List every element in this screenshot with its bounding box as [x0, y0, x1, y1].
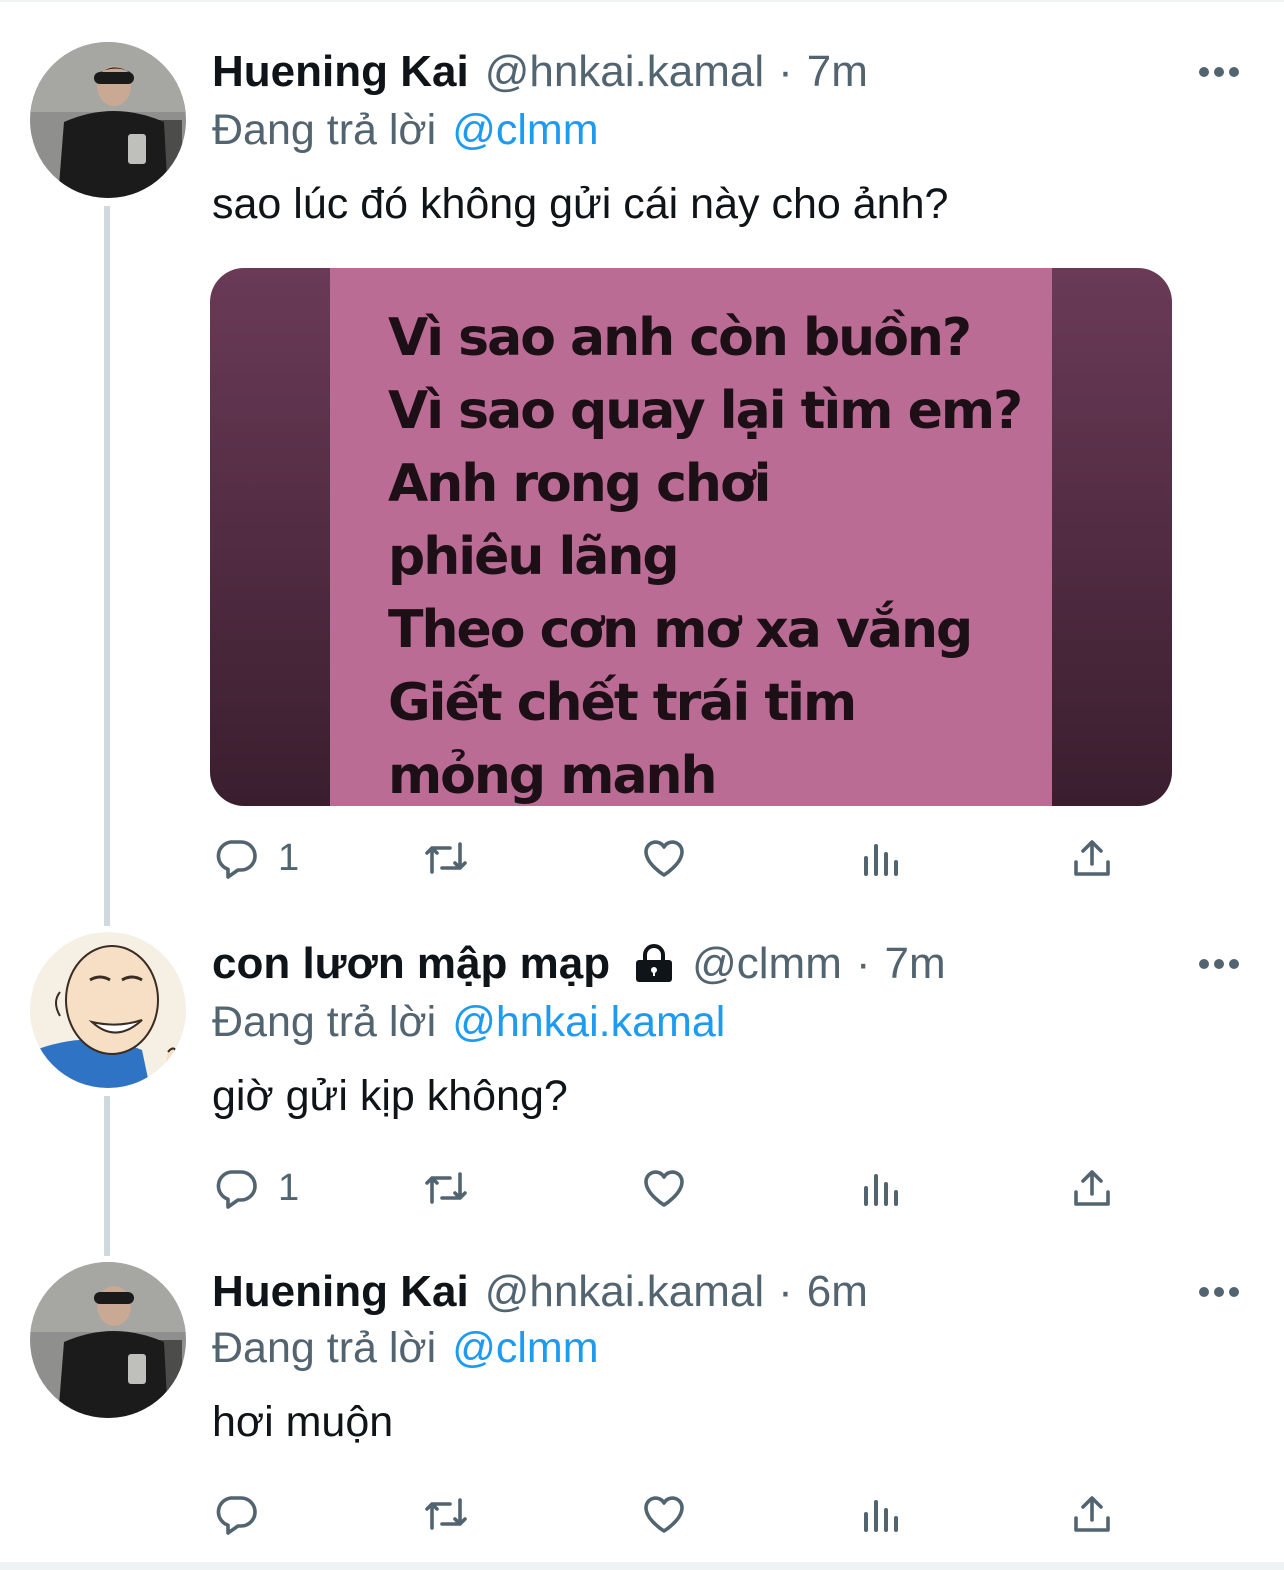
- reply-count: 1: [278, 1166, 300, 1209]
- lyric-line: Giết chết trái tim: [388, 673, 857, 733]
- heart-icon: [644, 1170, 684, 1207]
- tweet-text: sao lúc đó không gửi cái này cho ảnh?: [212, 180, 949, 228]
- share-button[interactable]: [1068, 828, 1116, 888]
- retweet-icon: [425, 1498, 467, 1530]
- replying-label: Đang trả lời: [212, 1323, 437, 1372]
- share-button[interactable]: [1068, 1484, 1116, 1544]
- lyric-line: Anh rong chơi: [388, 454, 771, 514]
- display-name[interactable]: Huening Kai: [212, 1267, 469, 1317]
- avatar[interactable]: [30, 1262, 186, 1418]
- retweet-button[interactable]: [422, 1158, 470, 1218]
- reply-icon: [216, 1496, 257, 1535]
- reply-icon: [216, 840, 257, 879]
- thread-connector: [104, 1096, 110, 1256]
- timestamp[interactable]: 6m: [807, 1267, 868, 1317]
- avatar[interactable]: [30, 932, 186, 1088]
- timestamp[interactable]: 7m: [885, 939, 946, 989]
- lyric-line: phiêu lãng: [388, 527, 680, 587]
- user-handle[interactable]: @hnkai.kamal: [485, 47, 764, 97]
- tweet-actions: 1: [212, 828, 1132, 888]
- retweet-icon: [425, 1172, 467, 1204]
- user-handle[interactable]: @clmm: [692, 939, 842, 989]
- tweet-actions: 1: [212, 1158, 1132, 1218]
- heart-icon: [644, 840, 684, 877]
- lyric-card: Vì sao anh còn buồn? Vì sao quay lại tìm…: [330, 268, 1052, 806]
- retweet-button[interactable]: [422, 1484, 470, 1544]
- replying-to: Đang trả lời @clmm: [212, 102, 599, 158]
- more-icon[interactable]: [1198, 958, 1240, 970]
- tweet-actions: [212, 1484, 1132, 1544]
- views-button[interactable]: [856, 828, 904, 888]
- like-button[interactable]: [640, 1158, 688, 1218]
- share-icon: [1074, 1170, 1110, 1206]
- display-name[interactable]: Huening Kai: [212, 47, 469, 97]
- lyric-line: Theo cơn mơ xa vắng: [388, 600, 973, 660]
- views-button[interactable]: [856, 1158, 904, 1218]
- tweet-header: con lươn mập mạp @clmm · 7m: [212, 934, 946, 994]
- replying-to: Đang trả lời @clmm: [212, 1320, 599, 1376]
- display-name[interactable]: con lươn mập mạp: [212, 939, 610, 989]
- replying-label: Đang trả lời: [212, 997, 437, 1046]
- mention-link[interactable]: @clmm: [452, 106, 598, 155]
- like-button[interactable]: [640, 1484, 688, 1544]
- views-icon: [864, 1500, 898, 1532]
- retweet-icon: [425, 842, 467, 874]
- mention-link[interactable]: @clmm: [452, 1324, 598, 1373]
- user-handle[interactable]: @hnkai.kamal: [485, 1267, 764, 1317]
- lyric-line: mỏng manh: [388, 746, 718, 806]
- share-icon: [1074, 840, 1110, 876]
- like-button[interactable]: [640, 828, 688, 888]
- lock-icon: [636, 944, 673, 982]
- more-icon[interactable]: [1198, 66, 1240, 78]
- reply-icon: [216, 1170, 257, 1209]
- reply-count: 1: [278, 836, 300, 879]
- separator: ·: [778, 1267, 793, 1316]
- share-icon: [1074, 1496, 1110, 1532]
- reply-button[interactable]: [212, 1484, 278, 1544]
- tweet-header: Huening Kai @hnkai.kamal · 7m: [212, 42, 868, 102]
- more-icon[interactable]: [1198, 1286, 1240, 1298]
- timestamp[interactable]: 7m: [807, 47, 868, 97]
- lyric-line: Vì sao quay lại tìm em?: [388, 381, 1023, 441]
- tweet-media[interactable]: Vì sao anh còn buồn? Vì sao quay lại tìm…: [210, 268, 1172, 806]
- tweet-header: Huening Kai @hnkai.kamal · 6m: [212, 1262, 868, 1322]
- separator: ·: [855, 939, 871, 988]
- tweet-text: hơi muộn: [212, 1398, 394, 1446]
- lyric-line: Vì sao anh còn buồn?: [388, 308, 972, 368]
- mention-link[interactable]: @hnkai.kamal: [452, 998, 725, 1047]
- tweet[interactable]: Huening Kai @hnkai.kamal · 7m Đang trả l…: [0, 0, 1284, 910]
- avatar[interactable]: [30, 42, 186, 198]
- tweet-text: giờ gửi kịp không?: [212, 1072, 568, 1120]
- separator: ·: [778, 47, 793, 96]
- reply-button[interactable]: 1: [212, 1158, 299, 1218]
- retweet-button[interactable]: [422, 828, 470, 888]
- share-button[interactable]: [1068, 1158, 1116, 1218]
- reply-button[interactable]: 1: [212, 828, 299, 888]
- views-icon: [864, 1174, 898, 1206]
- replying-label: Đang trả lời: [212, 105, 437, 154]
- heart-icon: [644, 1496, 684, 1533]
- views-icon: [864, 844, 898, 876]
- bottom-divider: [0, 1562, 1284, 1570]
- replying-to: Đang trả lời @hnkai.kamal: [212, 994, 725, 1050]
- views-button[interactable]: [856, 1484, 904, 1544]
